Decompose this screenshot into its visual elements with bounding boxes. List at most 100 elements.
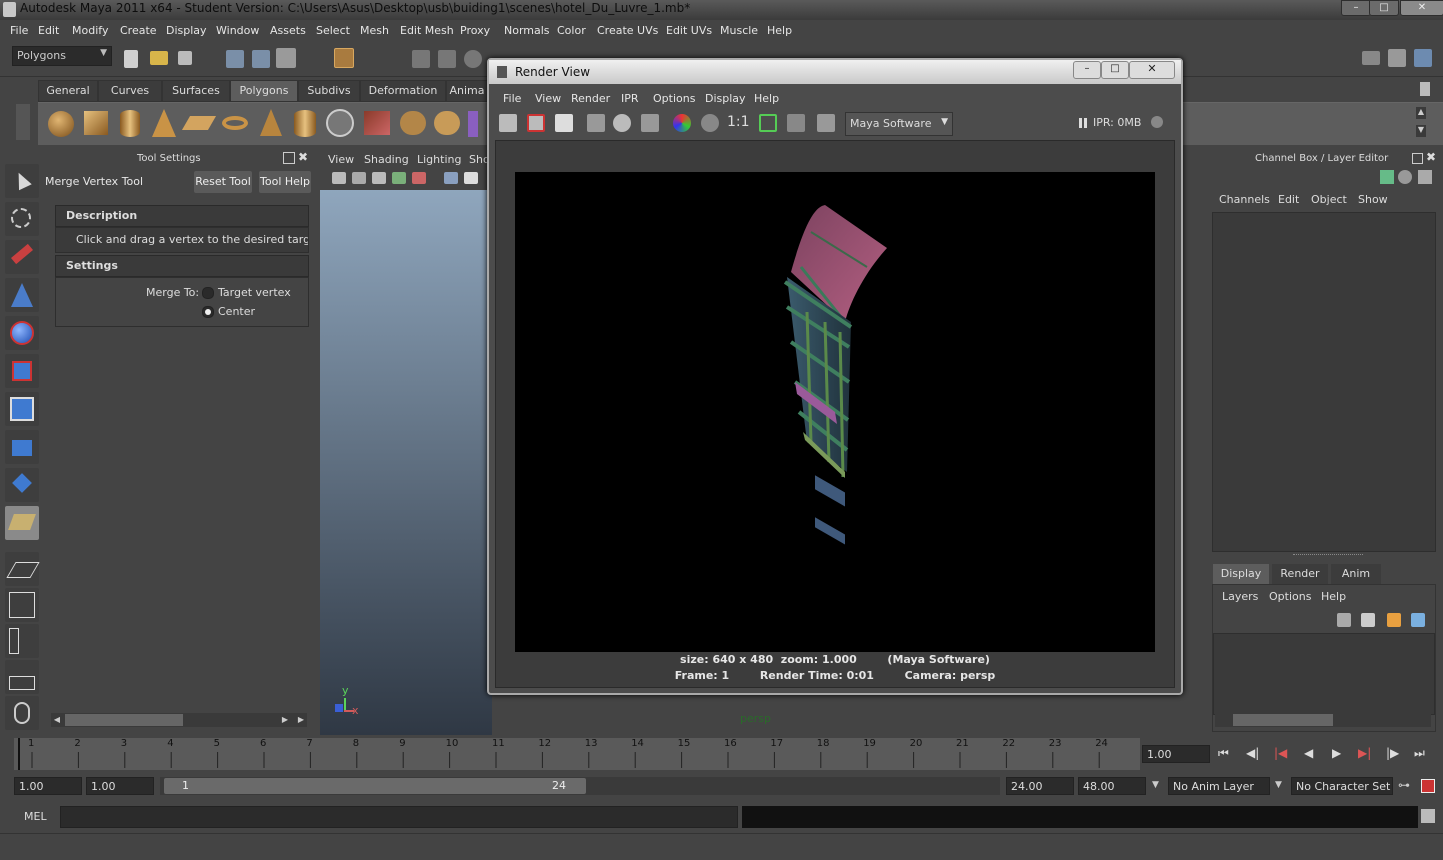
poly-torus-icon[interactable] bbox=[222, 116, 248, 130]
shelf-tab-subdivs[interactable]: Subdivs bbox=[298, 80, 360, 102]
start-time-field[interactable]: 1.00 bbox=[14, 777, 82, 795]
viewport-menu-view[interactable]: View bbox=[328, 153, 354, 166]
pause-ipr-icon[interactable] bbox=[1079, 118, 1087, 128]
step-forward-key-icon[interactable]: |▶ bbox=[1386, 746, 1399, 760]
panel-splitter[interactable] bbox=[1293, 554, 1363, 559]
layer-tab-anim[interactable]: Anim bbox=[1331, 564, 1381, 584]
rgb-channels-icon[interactable] bbox=[673, 114, 691, 132]
film-gate-icon[interactable] bbox=[412, 172, 426, 184]
shelf-options-icon[interactable] bbox=[16, 104, 30, 140]
show-manipulator-icon[interactable] bbox=[5, 468, 39, 502]
poly-cone-icon[interactable] bbox=[152, 109, 176, 137]
command-mode-label[interactable]: MEL bbox=[24, 810, 47, 823]
reset-tool-button[interactable]: Reset Tool bbox=[194, 171, 252, 193]
move-tool-icon[interactable] bbox=[5, 278, 39, 312]
viewport-menu-shading[interactable]: Shading bbox=[364, 153, 409, 166]
cb-speed-icon[interactable] bbox=[1398, 170, 1412, 184]
bookmark-icon[interactable] bbox=[352, 172, 366, 184]
render-settings-icon[interactable] bbox=[641, 114, 659, 132]
new-scene-icon[interactable] bbox=[124, 50, 138, 68]
shelf-scroll-up-icon[interactable]: ▲ bbox=[1416, 107, 1426, 119]
snapshot-icon[interactable] bbox=[555, 114, 573, 132]
channel-box-icon[interactable] bbox=[1414, 49, 1432, 67]
universal-manipulator-icon[interactable] bbox=[5, 392, 39, 426]
real-size-label[interactable]: 1:1 bbox=[727, 114, 750, 130]
command-input[interactable] bbox=[60, 806, 738, 828]
shelf-tab-animation[interactable]: Anima bbox=[446, 80, 488, 102]
rv-menu-ipr[interactable]: IPR bbox=[621, 92, 639, 105]
shelf-scroll-down-icon[interactable]: ▼ bbox=[1416, 125, 1426, 137]
remove-image-icon[interactable] bbox=[787, 114, 805, 132]
ipr-render-icon[interactable] bbox=[587, 114, 605, 132]
poly-pipe-icon[interactable] bbox=[294, 110, 316, 137]
range-slider[interactable]: 1 24 bbox=[160, 777, 1000, 795]
description-section[interactable]: Description bbox=[55, 205, 309, 227]
scale-tool-icon[interactable] bbox=[5, 354, 39, 388]
rv-menu-file[interactable]: File bbox=[503, 92, 521, 105]
rendered-image[interactable] bbox=[515, 172, 1155, 652]
poly-combine-icon[interactable] bbox=[400, 111, 426, 135]
rotate-tool-icon[interactable] bbox=[5, 316, 39, 350]
menu-edit-uvs[interactable]: Edit UVs bbox=[666, 24, 712, 37]
playback-start-field[interactable]: 1.00 bbox=[86, 777, 154, 795]
grid-icon[interactable] bbox=[392, 172, 406, 184]
step-back-key-icon[interactable]: ◀| bbox=[1246, 746, 1259, 760]
layer-scrollbar[interactable] bbox=[1215, 713, 1431, 727]
cb-menu-edit[interactable]: Edit bbox=[1278, 193, 1299, 206]
rv-menu-view[interactable]: View bbox=[535, 92, 561, 105]
hypershade-layout-icon[interactable] bbox=[5, 696, 39, 730]
layer-menu-help[interactable]: Help bbox=[1321, 590, 1346, 603]
menu-modify[interactable]: Modify bbox=[72, 24, 108, 37]
select-object-icon[interactable] bbox=[252, 50, 270, 68]
poly-cube-icon[interactable] bbox=[84, 111, 108, 135]
play-forward-icon[interactable]: ▶ bbox=[1332, 746, 1341, 760]
viewport-menu-lighting[interactable]: Lighting bbox=[417, 153, 461, 166]
menu-edit[interactable]: Edit bbox=[38, 24, 59, 37]
camera-attributes-icon[interactable] bbox=[332, 172, 346, 184]
menu-display[interactable]: Display bbox=[166, 24, 207, 37]
target-vertex-radio[interactable] bbox=[202, 287, 214, 299]
render-view-close-button[interactable]: ✕ bbox=[1129, 61, 1175, 79]
menu-mesh[interactable]: Mesh bbox=[360, 24, 389, 37]
auto-key-icon[interactable]: ⊶ bbox=[1398, 778, 1410, 792]
select-hierarchy-icon[interactable] bbox=[226, 50, 244, 68]
refresh-ipr-icon[interactable] bbox=[613, 114, 631, 132]
scroll-left-icon[interactable]: ◀ bbox=[51, 713, 63, 727]
menu-muscle[interactable]: Muscle bbox=[720, 24, 758, 37]
settings-section[interactable]: Settings bbox=[55, 255, 309, 277]
menu-edit-mesh[interactable]: Edit Mesh bbox=[400, 24, 454, 37]
shelf-tab-deformation[interactable]: Deformation bbox=[360, 80, 446, 102]
smooth-shade-icon[interactable] bbox=[464, 172, 478, 184]
outliner-layout-icon[interactable] bbox=[5, 624, 39, 658]
poly-separate-icon[interactable] bbox=[434, 111, 460, 135]
new-layer-empty-icon[interactable] bbox=[1387, 613, 1401, 627]
maximize-button[interactable]: □ bbox=[1369, 0, 1399, 16]
step-back-frame-icon[interactable]: |◀ bbox=[1274, 746, 1287, 760]
menu-color[interactable]: Color bbox=[557, 24, 586, 37]
shelf-tab-polygons[interactable]: Polygons bbox=[230, 80, 298, 102]
merge-vertex-tool-icon[interactable] bbox=[5, 506, 39, 540]
menu-assets[interactable]: Assets bbox=[270, 24, 306, 37]
image-plane-icon[interactable] bbox=[372, 172, 386, 184]
viewport-persp[interactable]: y x bbox=[320, 190, 492, 735]
new-layer-from-selected-icon[interactable] bbox=[1411, 613, 1425, 627]
poly-prism-icon[interactable] bbox=[260, 109, 282, 136]
close-button[interactable]: ✕ bbox=[1400, 0, 1443, 16]
menu-file[interactable]: File bbox=[10, 24, 28, 37]
snap-grid-icon[interactable] bbox=[412, 50, 430, 68]
character-set-dropdown[interactable]: No Character Set bbox=[1291, 777, 1393, 795]
display-render-icon[interactable] bbox=[817, 114, 835, 132]
four-pane-layout-icon[interactable] bbox=[5, 588, 39, 622]
rv-menu-display[interactable]: Display bbox=[705, 92, 746, 105]
playback-end-field[interactable]: 24.00 bbox=[1006, 777, 1074, 795]
layer-scroll-thumb[interactable] bbox=[1233, 714, 1333, 726]
float-panel-icon[interactable] bbox=[283, 152, 295, 164]
keep-image-icon[interactable] bbox=[759, 114, 777, 132]
cb-menu-object[interactable]: Object bbox=[1311, 193, 1347, 206]
tool-help-button[interactable]: Tool Help bbox=[259, 171, 311, 193]
render-view-minimize-button[interactable]: – bbox=[1073, 61, 1101, 79]
layer-menu-layers[interactable]: Layers bbox=[1222, 590, 1258, 603]
scroll-thumb[interactable] bbox=[65, 714, 183, 726]
renderer-dropdown[interactable]: Maya Software ▼ bbox=[845, 112, 953, 136]
anim-layer-chevron-icon[interactable]: ▼ bbox=[1152, 780, 1159, 790]
